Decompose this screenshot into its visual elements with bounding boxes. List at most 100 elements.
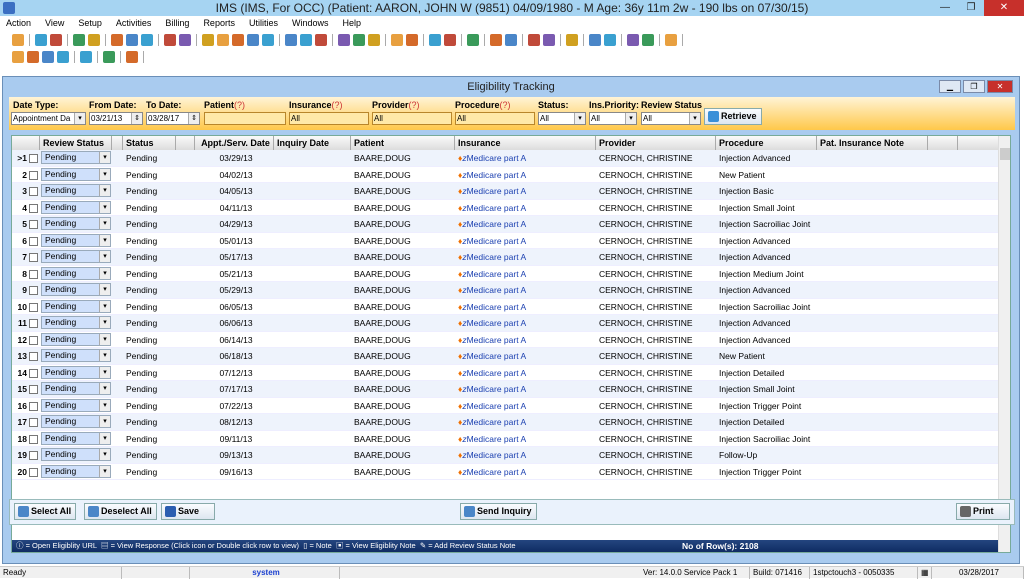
- row-checkbox[interactable]: [29, 154, 38, 164]
- toolbar-icon[interactable]: [353, 33, 365, 46]
- table-row[interactable]: 9 Pending ▾ Pending 05/29/13 BAARE,DOUG ♦…: [12, 282, 1010, 299]
- column-header[interactable]: [112, 136, 123, 150]
- insurance-cell[interactable]: ♦zMedicare part A: [455, 332, 596, 348]
- toolbar-icon[interactable]: [604, 33, 616, 46]
- table-row[interactable]: 20 Pending ▾ Pending 09/16/13 BAARE,DOUG …: [12, 464, 1010, 480]
- scrollbar-thumb[interactable]: [1000, 148, 1010, 160]
- table-row[interactable]: 17 Pending ▾ Pending 08/12/13 BAARE,DOUG …: [12, 414, 1010, 431]
- review-status-dropdown[interactable]: Pending ▾: [41, 283, 111, 296]
- column-header[interactable]: Status: [123, 136, 176, 150]
- row-checkbox[interactable]: [29, 352, 38, 362]
- review-status-dropdown[interactable]: Pending ▾: [41, 217, 111, 230]
- column-header[interactable]: Appt./Serv. Date: [195, 136, 274, 150]
- review-status-dropdown[interactable]: Pending ▾: [41, 250, 111, 263]
- row-checkbox[interactable]: [29, 302, 38, 312]
- menu-action[interactable]: Action: [6, 16, 31, 31]
- row-checkbox[interactable]: [29, 203, 38, 213]
- review-status-dropdown[interactable]: Pending ▾: [41, 167, 111, 181]
- print-button[interactable]: Print: [956, 503, 1010, 520]
- toolbar-icon[interactable]: [444, 33, 456, 46]
- row-checkbox[interactable]: [29, 269, 38, 279]
- toolbar-icon[interactable]: [103, 50, 115, 63]
- insurance-cell[interactable]: ♦zMedicare part A: [455, 398, 596, 414]
- menu-help[interactable]: Help: [342, 16, 361, 31]
- insurance-cell[interactable]: ♦zMedicare part A: [455, 216, 596, 232]
- table-row[interactable]: 16 Pending ▾ Pending 07/22/13 BAARE,DOUG …: [12, 398, 1010, 414]
- column-header[interactable]: [176, 136, 195, 150]
- review-status-dropdown[interactable]: Pending ▾: [41, 233, 111, 247]
- column-header[interactable]: Patient: [351, 136, 455, 150]
- date-type-select[interactable]: Appointment Da ▾: [11, 112, 86, 125]
- review-status-dropdown[interactable]: Pending ▾: [41, 266, 111, 280]
- review-status-dropdown[interactable]: Pending ▾: [41, 382, 111, 395]
- toolbar-icon[interactable]: [179, 33, 191, 46]
- insurance-cell[interactable]: ♦zMedicare part A: [455, 381, 596, 397]
- toolbar-icon[interactable]: [543, 33, 555, 46]
- table-row[interactable]: 8 Pending ▾ Pending 05/21/13 BAARE,DOUG ♦…: [12, 266, 1010, 282]
- insurance-cell[interactable]: ♦zMedicare part A: [455, 233, 596, 249]
- to-date-input[interactable]: 03/28/17 ⇕: [146, 112, 200, 125]
- toolbar-icon[interactable]: [505, 33, 517, 46]
- column-header[interactable]: Inquiry Date: [274, 136, 351, 150]
- toolbar-icon[interactable]: [262, 33, 274, 46]
- table-row[interactable]: 2 Pending ▾ Pending 04/02/13 BAARE,DOUG ♦…: [12, 167, 1010, 183]
- toolbar-icon[interactable]: [42, 50, 54, 63]
- insurance-cell[interactable]: ♦zMedicare part A: [455, 348, 596, 364]
- insurance-cell[interactable]: ♦zMedicare part A: [455, 200, 596, 216]
- toolbar-icon[interactable]: [338, 33, 350, 46]
- row-checkbox[interactable]: [29, 385, 38, 395]
- spinner-icon[interactable]: ⇕: [188, 113, 199, 124]
- row-checkbox[interactable]: [29, 451, 38, 461]
- toolbar-icon[interactable]: [217, 33, 229, 46]
- toolbar-icon[interactable]: [528, 33, 540, 46]
- toolbar-icon[interactable]: [300, 33, 312, 46]
- row-checkbox[interactable]: [29, 170, 38, 180]
- toolbar-icon[interactable]: [12, 33, 24, 46]
- toolbar-icon[interactable]: [12, 50, 24, 63]
- row-checkbox[interactable]: [29, 401, 38, 411]
- toolbar-icon[interactable]: [566, 33, 578, 46]
- toolbar-icon[interactable]: [80, 50, 92, 63]
- table-row[interactable]: 11 Pending ▾ Pending 06/06/13 BAARE,DOUG …: [12, 315, 1010, 332]
- toolbar-icon[interactable]: [391, 33, 403, 46]
- table-row[interactable]: 6 Pending ▾ Pending 05/01/13 BAARE,DOUG ♦…: [12, 233, 1010, 249]
- procedure-input[interactable]: All: [455, 112, 535, 125]
- toolbar-icon[interactable]: [73, 33, 85, 46]
- toolbar-icon[interactable]: [627, 33, 639, 46]
- row-checkbox[interactable]: [29, 434, 38, 444]
- toolbar-icon[interactable]: [57, 50, 69, 63]
- insurance-cell[interactable]: ♦zMedicare part A: [455, 315, 596, 331]
- retrieve-button[interactable]: Retrieve: [704, 108, 762, 125]
- review-status-dropdown[interactable]: Pending ▾: [41, 365, 111, 379]
- patient-input[interactable]: [204, 112, 286, 125]
- row-checkbox[interactable]: [29, 236, 38, 246]
- toolbar-icon[interactable]: [247, 33, 259, 46]
- insurance-cell[interactable]: ♦zMedicare part A: [455, 431, 596, 447]
- minimize-button[interactable]: —: [932, 0, 958, 16]
- child-minimize-button[interactable]: ▁: [939, 80, 961, 93]
- vertical-scrollbar[interactable]: [998, 136, 1010, 552]
- from-date-input[interactable]: 03/21/13 ⇕: [89, 112, 143, 125]
- insurance-input[interactable]: All: [289, 112, 369, 125]
- table-row[interactable]: 5 Pending ▾ Pending 04/29/13 BAARE,DOUG ♦…: [12, 216, 1010, 233]
- row-checkbox[interactable]: [29, 253, 38, 263]
- toolbar-icon[interactable]: [429, 33, 441, 46]
- provider-help[interactable]: (?): [409, 100, 420, 110]
- toolbar-icon[interactable]: [111, 33, 123, 46]
- table-row[interactable]: 13 Pending ▾ Pending 06/18/13 BAARE,DOUG …: [12, 348, 1010, 365]
- table-row[interactable]: 14 Pending ▾ Pending 07/12/13 BAARE,DOUG …: [12, 365, 1010, 381]
- review-status-dropdown[interactable]: Pending ▾: [41, 464, 111, 478]
- toolbar-icon[interactable]: [589, 33, 601, 46]
- toolbar-icon[interactable]: [126, 50, 138, 63]
- table-row[interactable]: 12 Pending ▾ Pending 06/14/13 BAARE,DOUG …: [12, 332, 1010, 348]
- row-checkbox[interactable]: [29, 467, 38, 477]
- send-inquiry-button[interactable]: Send Inquiry: [460, 503, 537, 520]
- ins-priority-select[interactable]: All ▾: [589, 112, 637, 125]
- toolbar-icon[interactable]: [665, 33, 677, 46]
- row-checkbox[interactable]: [29, 418, 38, 428]
- review-status-dropdown[interactable]: Pending ▾: [41, 316, 111, 329]
- review-status-select[interactable]: All ▾: [641, 112, 701, 125]
- insurance-help[interactable]: (?): [332, 100, 343, 110]
- review-status-dropdown[interactable]: Pending ▾: [41, 332, 111, 346]
- patient-help[interactable]: (?): [234, 100, 245, 110]
